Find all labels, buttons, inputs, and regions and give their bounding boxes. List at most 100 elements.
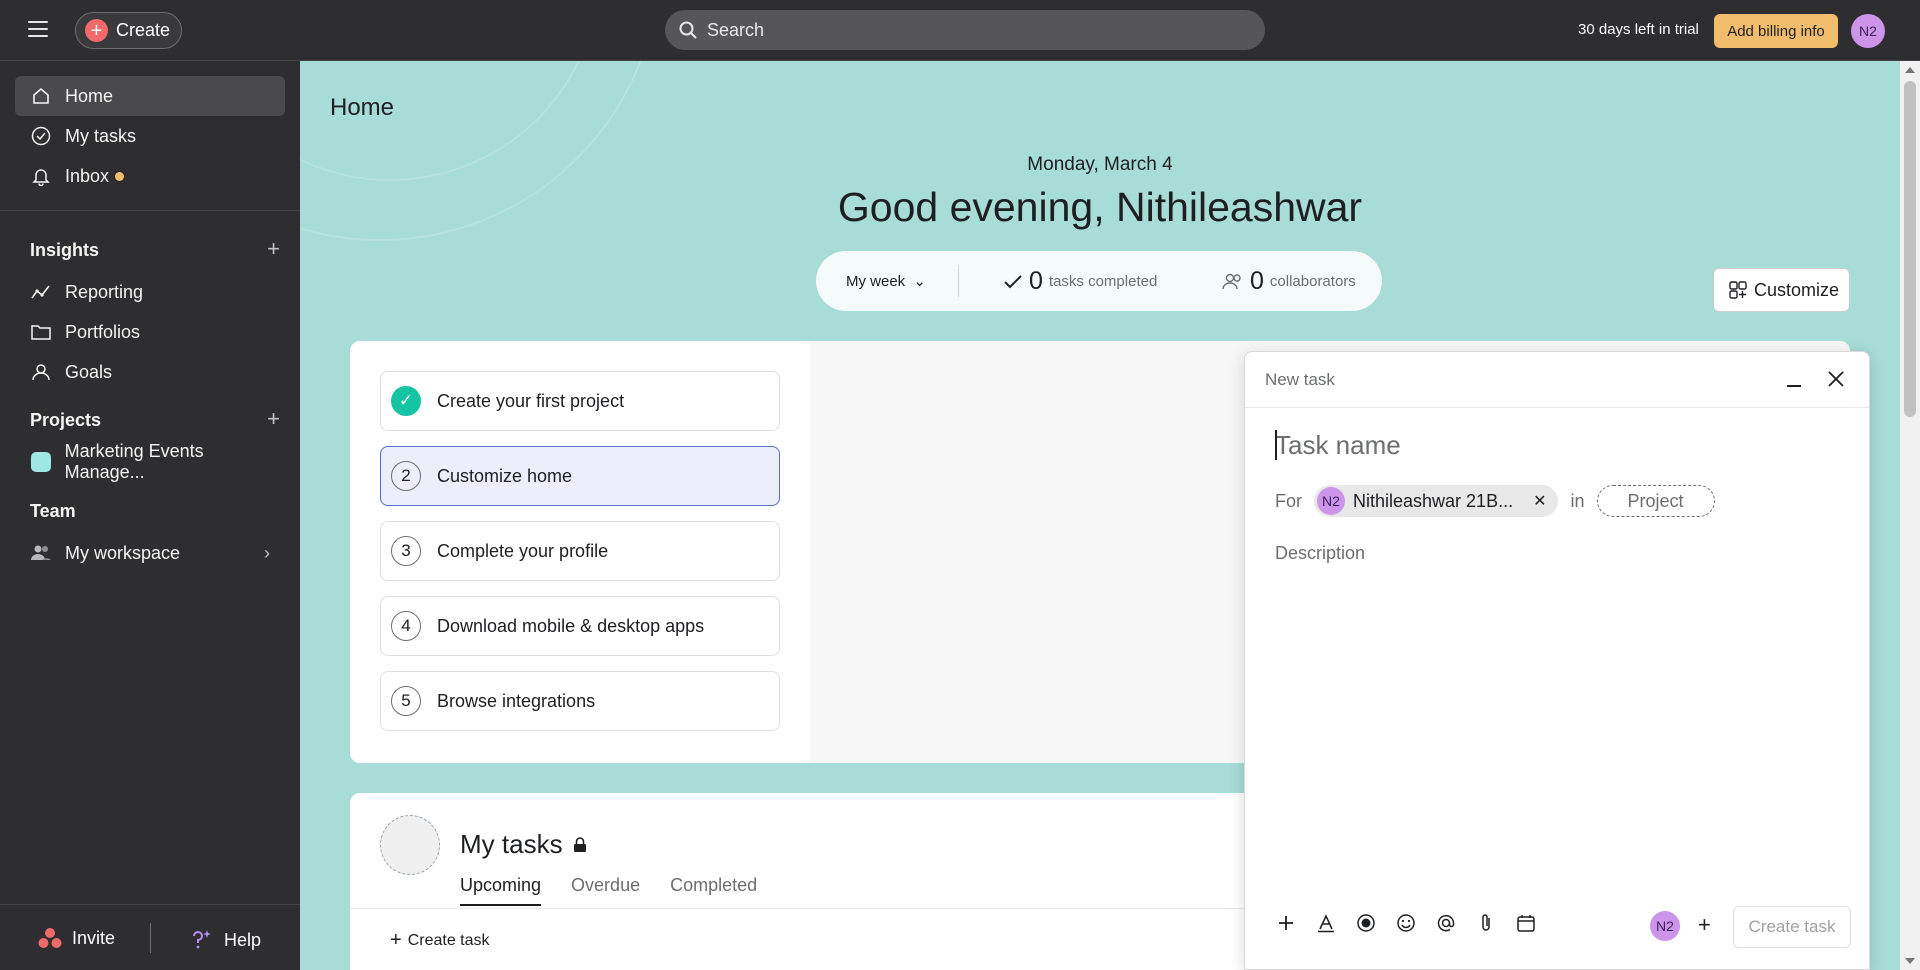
sidebar-item-portfolios[interactable]: Portfolios [15, 312, 285, 352]
invite-button[interactable]: Invite [38, 927, 115, 949]
team-header: Team [30, 501, 280, 522]
sidebar-item-my-tasks[interactable]: My tasks [15, 116, 285, 156]
unread-dot [115, 171, 125, 181]
assignee-name: Nithileashwar 21B... [1353, 490, 1514, 511]
step-number: 4 [391, 611, 421, 641]
check-icon: ✓ [391, 386, 421, 416]
description-input[interactable]: Description [1275, 543, 1365, 564]
search-placeholder: Search [707, 19, 765, 40]
add-billing-button[interactable]: Add billing info [1714, 14, 1838, 48]
help-button[interactable]: Help [188, 927, 261, 953]
menu-icon[interactable] [28, 21, 48, 37]
check-circle-icon [30, 125, 52, 147]
step-number: 2 [391, 461, 421, 491]
add-collaborator-icon[interactable]: + [1698, 912, 1711, 938]
search-input[interactable]: Search [665, 10, 1265, 50]
top-bar: + Create Search 30 days left in trial Ad… [0, 0, 1920, 61]
step-label: Download mobile & desktop apps [437, 615, 705, 636]
divider [0, 210, 300, 211]
create-task-button[interactable]: Create task [1733, 906, 1851, 948]
folder-icon [30, 321, 52, 343]
insights-title: Insights [30, 240, 100, 260]
customize-button[interactable]: Customize [1713, 268, 1850, 312]
search-icon [679, 21, 697, 39]
sidebar-item-reporting[interactable]: Reporting [15, 272, 285, 312]
collaborator-avatar[interactable]: N2 [1650, 911, 1680, 941]
text-format-icon[interactable] [1315, 912, 1337, 934]
trial-status: 30 days left in trial [1578, 21, 1699, 38]
scrollbar[interactable] [1900, 61, 1920, 970]
add-icon[interactable] [1275, 912, 1297, 934]
assignee-chip[interactable]: N2 Nithileashwar 21B... ✕ [1314, 485, 1559, 517]
mention-icon[interactable] [1435, 912, 1457, 934]
sidebar-item-label: Portfolios [65, 321, 141, 342]
collaborators-label: collaborators [1269, 273, 1356, 290]
home-icon [30, 85, 52, 107]
plus-icon: + [85, 19, 108, 42]
add-insight-icon[interactable]: + [267, 238, 280, 261]
scrollbar-thumb[interactable] [1904, 81, 1916, 417]
attachment-icon[interactable] [1475, 912, 1497, 934]
period-dropdown[interactable]: My week ⌄ [846, 272, 926, 290]
sidebar-item-inbox[interactable]: Inbox [15, 156, 285, 196]
step-label: Browse integrations [437, 690, 596, 711]
onboarding-step-5[interactable]: 5 Browse integrations [380, 671, 780, 731]
tab-overdue[interactable]: Overdue [571, 875, 640, 906]
divider [958, 265, 959, 297]
collaborators-count: 0 [1250, 267, 1264, 295]
asana-logo-icon [38, 928, 62, 948]
divider [150, 923, 151, 953]
add-project-icon[interactable]: + [267, 408, 280, 431]
scroll-up-arrow-icon[interactable] [1905, 67, 1915, 73]
plus-icon: + [390, 929, 402, 951]
minimize-icon[interactable] [1785, 372, 1803, 390]
help-label: Help [224, 929, 262, 950]
remove-assignee-icon[interactable]: ✕ [1533, 491, 1546, 511]
create-button[interactable]: + Create [75, 12, 182, 49]
task-name-input[interactable]: Task name [1275, 430, 1401, 461]
sidebar-item-label: Goals [65, 361, 113, 382]
chevron-down-icon: ⌄ [913, 273, 926, 290]
my-tasks-tabs: Upcoming Overdue Completed [460, 875, 757, 906]
close-icon[interactable] [1825, 368, 1847, 390]
sidebar-item-goals[interactable]: Goals [15, 352, 285, 392]
sidebar-item-label: My tasks [65, 125, 137, 146]
new-task-dialog: New task Task name For N2 Nithileashwar … [1244, 351, 1870, 970]
date-label: Monday, March 4 [1027, 154, 1173, 175]
onboarding-step-1[interactable]: ✓ Create your first project [380, 371, 780, 431]
tab-upcoming[interactable]: Upcoming [460, 875, 542, 906]
projects-title: Projects [30, 410, 102, 430]
my-tasks-title[interactable]: My tasks [460, 829, 587, 860]
user-avatar[interactable]: N2 [1851, 14, 1885, 48]
onboarding-step-3[interactable]: 3 Complete your profile [380, 521, 780, 581]
project-selector[interactable]: Project [1596, 485, 1715, 517]
onboarding-step-2[interactable]: 2 Customize home [380, 446, 780, 506]
my-tasks-heading: My tasks [460, 829, 563, 859]
chevron-right-icon[interactable]: › [264, 543, 270, 564]
in-label: in [1570, 490, 1585, 511]
onboarding-step-4[interactable]: 4 Download mobile & desktop apps [380, 596, 780, 656]
scroll-down-arrow-icon[interactable] [1905, 958, 1915, 964]
step-label: Complete your profile [437, 540, 609, 561]
tab-completed[interactable]: Completed [670, 875, 757, 906]
team-title: Team [30, 501, 76, 521]
create-task-label: Create task [407, 931, 490, 949]
sidebar-item-label: Home [65, 85, 114, 106]
tasks-completed-stat: 0 tasks completed [1003, 267, 1157, 296]
stats-bar: My week ⌄ 0 tasks completed 0 collaborat… [816, 251, 1382, 311]
tasks-completed-count: 0 [1029, 267, 1043, 295]
step-number: 3 [391, 536, 421, 566]
create-task-link[interactable]: + Create task [390, 929, 490, 952]
sidebar-item-project[interactable]: Marketing Events Manage... [15, 441, 285, 482]
sidebar-footer: Invite Help [0, 904, 300, 970]
calendar-icon[interactable] [1515, 912, 1537, 934]
emoji-icon[interactable] [1395, 912, 1417, 934]
step-label: Create your first project [437, 390, 625, 411]
sidebar-item-home[interactable]: Home [15, 76, 285, 116]
dialog-header: New task [1245, 352, 1869, 408]
sidebar-item-my-workspace[interactable]: My workspace › [15, 533, 285, 573]
chart-line-icon [30, 281, 52, 303]
sidebar-item-label: Reporting [65, 281, 144, 302]
project-color-swatch [30, 451, 52, 473]
record-icon[interactable] [1355, 912, 1377, 934]
